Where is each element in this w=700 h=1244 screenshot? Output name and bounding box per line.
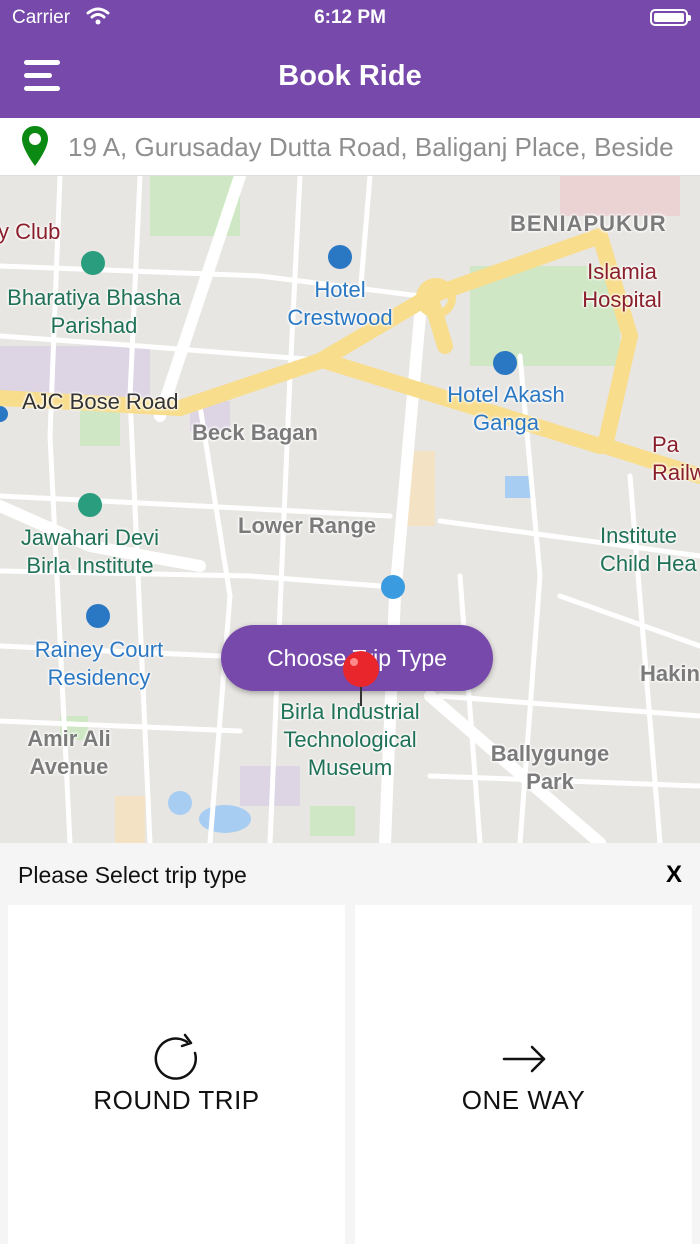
one-way-option[interactable]: ONE WAY (355, 905, 692, 1244)
map-label: Bharatiya Bhasha Parishad (7, 285, 181, 338)
map-label: Islamia Hospital (582, 259, 662, 312)
sheet-prompt: Please Select trip type (18, 862, 247, 888)
map-view[interactable]: y Club BENIAPUKUR Islamia Hospital Hotel… (0, 176, 700, 843)
map-label: Pa Railw (652, 432, 700, 485)
pickup-address-field[interactable]: 19 A, Gurusaday Dutta Road, Baliganj Pla… (68, 132, 674, 163)
map-label: Hotel Akash Ganga (447, 382, 565, 435)
map-label: Rainey Court Residency (34, 637, 164, 690)
battery-icon (650, 9, 691, 26)
location-pin-icon (20, 124, 50, 173)
close-button[interactable]: X (666, 861, 682, 889)
map-label: Hotel Crestwood (287, 277, 393, 330)
round-trip-label: ROUND TRIP (93, 1085, 260, 1115)
clock: 6:12 PM (314, 7, 386, 28)
one-way-label: ONE WAY (461, 1085, 586, 1115)
address-bar[interactable]: 19 A, Gurusaday Dutta Road, Baliganj Pla… (0, 118, 700, 176)
map-label: y Club (0, 219, 61, 244)
map-label: Institute Child Hea (600, 523, 697, 576)
map-label: Beck Bagan (192, 420, 318, 445)
page-title: Book Ride (278, 60, 422, 92)
arrow-right-icon (355, 1033, 692, 1090)
map-label: Hakin (640, 661, 700, 686)
map-label: Jawahari Devi Birla Institute (20, 525, 160, 578)
map-label: Lower Range (238, 513, 377, 538)
map-label: BENIAPUKUR (510, 211, 667, 236)
map-label: Amir Ali Avenue (27, 726, 111, 779)
trip-type-sheet-header: Please Select trip type X (0, 843, 700, 905)
map-label: Birla Industrial Technological Museum (280, 699, 420, 780)
map-label: AJC Bose Road (22, 389, 179, 414)
status-bar: Carrier 6:12 PM (0, 0, 700, 34)
refresh-icon (8, 1033, 345, 1090)
map-label: Ballygunge Park (490, 741, 610, 794)
nav-bar: Book Ride (0, 34, 700, 118)
round-trip-option[interactable]: ROUND TRIP (8, 905, 345, 1244)
